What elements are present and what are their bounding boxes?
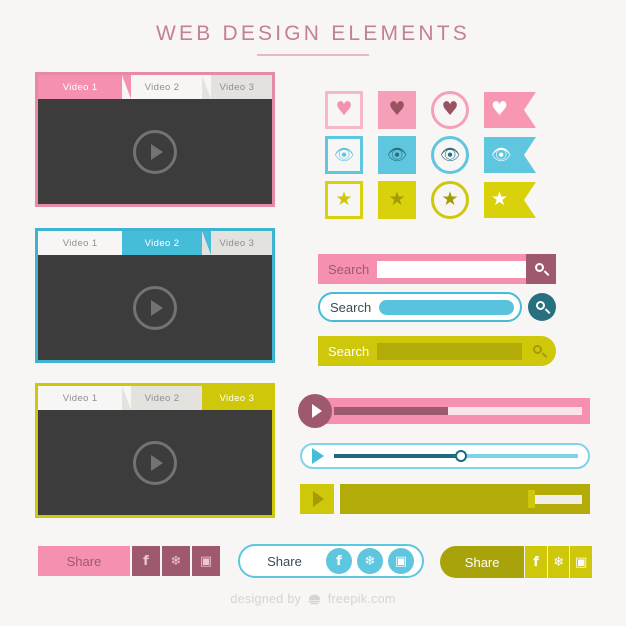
search-label-olive: Search [328,343,370,359]
heart-square-filled[interactable]: ♥ [378,90,431,129]
share-bar-cyan: Share f ❄ ▣ [238,544,424,578]
search-icon [534,262,549,276]
share-label-pink[interactable]: Share [38,546,130,576]
search-button-olive[interactable] [522,336,556,366]
video-player-pink: Video 1 Video 2 Video 3 [35,72,275,207]
play-icon[interactable] [298,394,332,428]
heart-circle-outline[interactable]: ♥ [431,90,484,129]
eye-circle-outline[interactable]: 👁 [431,135,484,174]
progress-bar-cyan[interactable] [334,450,578,462]
tab-video-3-olive[interactable]: Video 3 [201,386,272,410]
play-icon[interactable] [133,285,177,330]
title-underline [257,54,369,56]
search-icon [532,344,547,358]
eye-square-filled[interactable]: 👁 [378,135,431,174]
player-olive-screen[interactable] [38,410,272,515]
play-icon[interactable] [300,484,334,514]
search-input-olive[interactable] [377,342,522,360]
tab-video-3-cyan[interactable]: Video 3 [201,231,272,255]
facebook-icon[interactable]: f [132,546,160,576]
footer-brand: freepik.com [327,592,396,606]
share-label-olive[interactable]: Share [440,546,525,578]
player-cyan-screen[interactable] [38,255,272,360]
instagram-icon[interactable]: ▣ [192,546,220,576]
search-input-pink[interactable] [377,260,526,278]
play-icon[interactable] [133,129,177,174]
search-bar-olive: Search [318,336,556,366]
icon-grid: ♥ ♥ ♥ ♥ 👁 👁 👁 👁 ★ ★ ★ ★ [325,87,537,222]
heart-square-outline[interactable]: ♥ [325,90,378,129]
video-player-cyan: Video 1 Video 2 Video 3 [35,228,275,363]
progress-bar-pink[interactable] [334,407,582,415]
progress-outer-cyan [300,443,590,469]
eye-ribbon-flag[interactable]: 👁 [484,136,537,173]
tab-video-3-pink[interactable]: Video 3 [201,75,272,99]
tab-video-2-olive[interactable]: Video 2 [122,386,211,410]
player-bar-pink [298,394,590,428]
search-button-cyan[interactable] [528,293,556,321]
star-circle-outline[interactable]: ★ [431,180,484,219]
icon-row-star: ★ ★ ★ ★ [325,177,537,222]
progress-handle-cyan[interactable] [454,450,467,462]
star-square-filled[interactable]: ★ [378,180,431,219]
video-player-olive: Video 1 Video 2 Video 3 [35,383,275,518]
twitter-icon[interactable]: ❄ [357,548,383,574]
search-button-pink[interactable] [526,254,556,284]
page-title-block: WEB DESIGN ELEMENTS [0,22,626,56]
progress-fill-olive [348,494,531,504]
search-pill-cyan: Search [318,292,522,322]
play-icon[interactable] [312,448,324,464]
search-bar-pink: Search [318,254,556,284]
heart-ribbon-flag[interactable]: ♥ [484,91,537,128]
player-bar-cyan [300,443,590,469]
facebook-icon[interactable]: f [326,548,352,574]
progress-fill-cyan [334,454,461,458]
progress-track-pink[interactable] [322,398,590,424]
player-pink-screen[interactable] [38,99,272,204]
page-title: WEB DESIGN ELEMENTS [155,22,470,45]
footer-prefix: designed by [230,592,302,606]
progress-fill-pink [334,407,449,415]
search-input-cyan[interactable] [379,299,514,315]
star-square-outline[interactable]: ★ [325,180,378,219]
search-icon [535,300,550,314]
poster-canvas: WEB DESIGN ELEMENTS Video 1 Video 2 Vide… [0,0,626,626]
tab-video-1-cyan[interactable]: Video 1 [38,231,132,255]
progress-bar-olive[interactable] [348,490,582,508]
search-label-pink: Search [328,261,370,277]
eye-square-outline[interactable]: 👁 [325,135,378,174]
progress-track-olive[interactable] [340,484,590,514]
tab-video-1-pink[interactable]: Video 1 [38,75,132,99]
icon-row-eye: 👁 👁 👁 👁 [325,132,537,177]
share-bar-pink: Share f ❄ ▣ [38,546,220,576]
star-ribbon-flag[interactable]: ★ [484,181,537,218]
search-label-cyan: Search [330,299,372,315]
progress-handle-olive[interactable] [527,490,535,508]
player-bar-olive [300,484,590,514]
tab-video-2-cyan[interactable]: Video 2 [122,231,211,255]
instagram-icon[interactable]: ▣ [388,548,414,574]
twitter-icon[interactable]: ❄ [547,546,570,578]
player-cyan-tabbar: Video 1 Video 2 Video 3 [38,231,272,255]
player-pink-tabbar: Video 1 Video 2 Video 3 [38,75,272,99]
share-bar-olive: Share f ❄ ▣ [440,546,592,578]
play-icon[interactable] [133,440,177,485]
freepik-logo-icon [308,594,321,608]
icon-row-heart: ♥ ♥ ♥ ♥ [325,87,537,132]
twitter-icon[interactable]: ❄ [162,546,190,576]
share-label-cyan[interactable]: Share [248,554,321,569]
search-bar-cyan: Search [318,292,556,322]
facebook-icon[interactable]: f [525,546,547,578]
instagram-icon[interactable]: ▣ [570,546,592,578]
footer-credit: designed by freepik.com [0,592,626,608]
tab-video-1-olive[interactable]: Video 1 [38,386,132,410]
tab-video-2-pink[interactable]: Video 2 [122,75,211,99]
player-olive-tabbar: Video 1 Video 2 Video 3 [38,386,272,410]
